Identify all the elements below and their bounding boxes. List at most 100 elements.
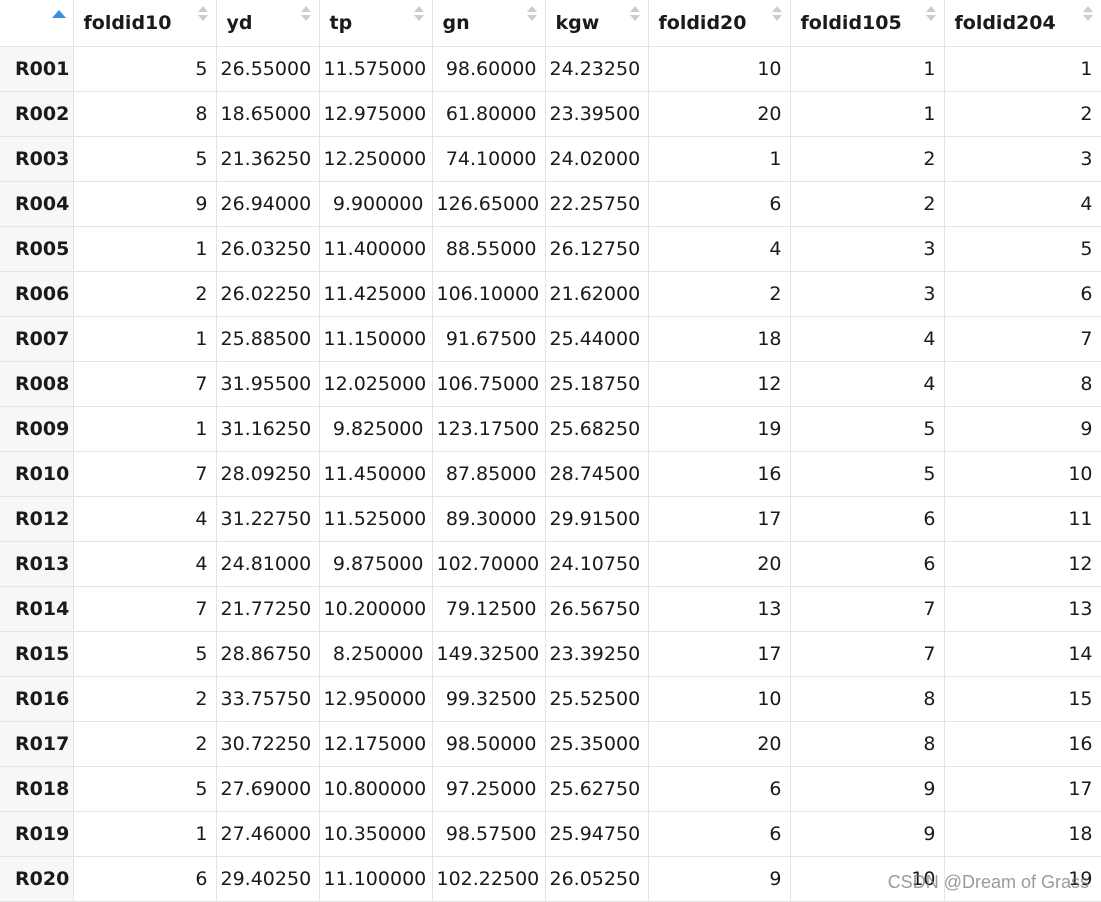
- cell-gn: 97.25000: [432, 766, 546, 812]
- cell-yd: 18.65000: [216, 91, 320, 137]
- cell-foldid10: 6: [73, 856, 217, 902]
- cell-tp: 11.150000: [319, 316, 433, 362]
- cell-foldid10: 1: [73, 226, 217, 272]
- cell-foldid204: 13: [944, 586, 1101, 632]
- cell-gn: 79.12500: [432, 586, 546, 632]
- row-name-cell: R018: [0, 766, 74, 812]
- cell-foldid204: 8: [944, 361, 1101, 407]
- cell-foldid10: 9: [73, 181, 217, 227]
- table-row: R012 4 31.22750 11.525000 89.30000 29.91500 17…: [0, 496, 1101, 542]
- cell-yd: 26.03250: [216, 226, 320, 272]
- cell-foldid10: 7: [73, 361, 217, 407]
- table-row: R002 8 18.65000 12.975000 61.80000 23.39500 20…: [0, 91, 1101, 137]
- cell-foldid204: 4: [944, 181, 1101, 227]
- cell-foldid20: 12: [648, 361, 791, 407]
- row-name-cell: R010: [0, 451, 74, 497]
- table-row: R005 1 26.03250 11.400000 88.55000 26.12750 4 3…: [0, 226, 1101, 272]
- column-header-foldid10[interactable]: foldid10: [73, 0, 217, 47]
- cell-foldid105: 5: [790, 451, 945, 497]
- cell-foldid20: 4: [648, 226, 791, 272]
- cell-foldid105: 8: [790, 676, 945, 722]
- table-row: R009 1 31.16250 9.825000 123.17500 25.68250 19…: [0, 406, 1101, 452]
- cell-foldid10: 5: [73, 136, 217, 182]
- sort-arrows-icon: [771, 6, 782, 26]
- column-header-label: foldid105: [800, 11, 902, 34]
- row-name-cell: R017: [0, 721, 74, 767]
- column-header-label: foldid20: [658, 11, 747, 34]
- row-name-cell: R009: [0, 406, 74, 452]
- row-name-cell: R006: [0, 271, 74, 317]
- cell-foldid10: 1: [73, 316, 217, 362]
- cell-tp: 11.100000: [319, 856, 433, 902]
- cell-foldid20: 1: [648, 136, 791, 182]
- cell-foldid204: 17: [944, 766, 1101, 812]
- cell-tp: 9.900000: [319, 181, 433, 227]
- cell-foldid204: 11: [944, 496, 1101, 542]
- cell-yd: 21.77250: [216, 586, 320, 632]
- cell-yd: 28.09250: [216, 451, 320, 497]
- row-name-cell: R005: [0, 226, 74, 272]
- column-header-foldid204[interactable]: foldid204: [944, 0, 1101, 47]
- cell-kgw: 25.62750: [545, 766, 649, 812]
- cell-foldid10: 2: [73, 721, 217, 767]
- cell-tp: 8.250000: [319, 631, 433, 677]
- cell-foldid20: 9: [648, 856, 791, 902]
- cell-tp: 12.975000: [319, 91, 433, 137]
- cell-tp: 12.250000: [319, 136, 433, 182]
- row-name-cell: R001: [0, 46, 74, 92]
- cell-tp: 11.575000: [319, 46, 433, 92]
- cell-foldid20: 18: [648, 316, 791, 362]
- sort-arrows-icon: [300, 6, 311, 26]
- column-header-label: gn: [442, 11, 470, 34]
- table-row: R015 5 28.86750 8.250000 149.32500 23.39250 17…: [0, 631, 1101, 677]
- column-header-label: foldid10: [83, 11, 172, 34]
- column-header-yd[interactable]: yd: [216, 0, 320, 47]
- table-row: R007 1 25.88500 11.150000 91.67500 25.44000 18…: [0, 316, 1101, 362]
- column-header-foldid105[interactable]: foldid105: [790, 0, 945, 47]
- column-header-kgw[interactable]: kgw: [545, 0, 649, 47]
- row-name-cell: R019: [0, 811, 74, 857]
- table-row: R010 7 28.09250 11.450000 87.85000 28.74500 16…: [0, 451, 1101, 497]
- cell-kgw: 22.25750: [545, 181, 649, 227]
- cell-foldid204: 10: [944, 451, 1101, 497]
- cell-foldid10: 1: [73, 811, 217, 857]
- row-names-header[interactable]: [0, 0, 74, 47]
- cell-foldid20: 6: [648, 181, 791, 227]
- cell-foldid10: 5: [73, 46, 217, 92]
- column-header-foldid20[interactable]: foldid20: [648, 0, 791, 47]
- column-header-tp[interactable]: tp: [319, 0, 433, 47]
- table-row: R014 7 21.77250 10.200000 79.12500 26.56750 13…: [0, 586, 1101, 632]
- cell-gn: 89.30000: [432, 496, 546, 542]
- cell-gn: 98.60000: [432, 46, 546, 92]
- sort-arrows-icon: [925, 6, 936, 26]
- column-header-label: foldid204: [954, 11, 1056, 34]
- cell-foldid105: 1: [790, 46, 945, 92]
- cell-gn: 98.57500: [432, 811, 546, 857]
- column-header-gn[interactable]: gn: [432, 0, 546, 47]
- cell-gn: 99.32500: [432, 676, 546, 722]
- cell-foldid204: 9: [944, 406, 1101, 452]
- cell-foldid105: 2: [790, 136, 945, 182]
- table-body: R001 5 26.55000 11.575000 98.60000 24.23250 10…: [0, 46, 1101, 902]
- table-row: R006 2 26.02250 11.425000 106.10000 21.62000 2…: [0, 271, 1101, 317]
- cell-yd: 28.86750: [216, 631, 320, 677]
- cell-foldid10: 7: [73, 451, 217, 497]
- row-name-cell: R004: [0, 181, 74, 227]
- cell-foldid105: 1: [790, 91, 945, 137]
- cell-foldid20: 16: [648, 451, 791, 497]
- sort-arrows-icon: [526, 6, 537, 26]
- header-row: foldid10 yd tp gn kgw foldid20 foldid105…: [0, 0, 1101, 47]
- cell-gn: 102.70000: [432, 541, 546, 587]
- cell-foldid204: 1: [944, 46, 1101, 92]
- cell-yd: 30.72250: [216, 721, 320, 767]
- cell-foldid20: 10: [648, 676, 791, 722]
- cell-gn: 87.85000: [432, 451, 546, 497]
- cell-foldid10: 5: [73, 631, 217, 677]
- cell-kgw: 25.52500: [545, 676, 649, 722]
- cell-foldid105: 6: [790, 541, 945, 587]
- cell-tp: 10.800000: [319, 766, 433, 812]
- column-header-label: yd: [226, 11, 253, 34]
- table-row: R008 7 31.95500 12.025000 106.75000 25.18750 1…: [0, 361, 1101, 407]
- cell-foldid10: 4: [73, 496, 217, 542]
- row-name-cell: R007: [0, 316, 74, 362]
